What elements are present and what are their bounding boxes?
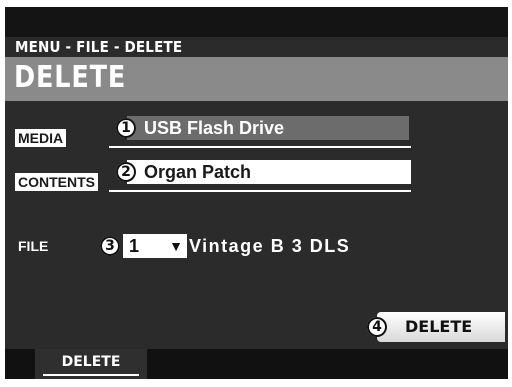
top-strip	[5, 7, 508, 37]
media-label: MEDIA	[15, 129, 67, 147]
tab-active-indicator	[43, 374, 139, 376]
contents-underline	[109, 190, 411, 192]
title-bar: DELETE	[5, 57, 508, 101]
page-title: DELETE	[14, 60, 127, 95]
file-number-select[interactable]: 1 ▼	[123, 234, 187, 258]
delete-button-label: DELETE	[405, 317, 473, 336]
marker-1-icon: 1	[116, 118, 136, 138]
contents-field[interactable]: Organ Patch	[127, 160, 411, 184]
device-frame: MENU - FILE - DELETE DELETE MEDIA USB Fl…	[0, 0, 512, 387]
media-underline	[109, 146, 411, 148]
file-label: FILE	[18, 238, 49, 254]
contents-value: Organ Patch	[144, 162, 252, 182]
tab-delete-label: DELETE	[61, 354, 121, 370]
media-value: USB Flash Drive	[144, 118, 285, 138]
breadcrumb: MENU - FILE - DELETE	[15, 38, 183, 56]
bottom-bar: DELETE	[5, 349, 508, 379]
media-field[interactable]: USB Flash Drive	[127, 116, 409, 140]
dropdown-arrow-icon: ▼	[169, 238, 183, 254]
file-name: Vintage B 3 DLS	[189, 236, 351, 256]
display-screen: MENU - FILE - DELETE DELETE MEDIA USB Fl…	[5, 7, 508, 379]
file-number: 1	[129, 236, 140, 256]
delete-button[interactable]: DELETE	[377, 312, 505, 342]
marker-3-icon: 3	[100, 236, 120, 256]
marker-2-icon: 2	[116, 162, 136, 182]
marker-4-icon: 4	[367, 317, 387, 337]
contents-label: CONTENTS	[15, 173, 98, 191]
tab-delete[interactable]: DELETE	[35, 349, 147, 379]
